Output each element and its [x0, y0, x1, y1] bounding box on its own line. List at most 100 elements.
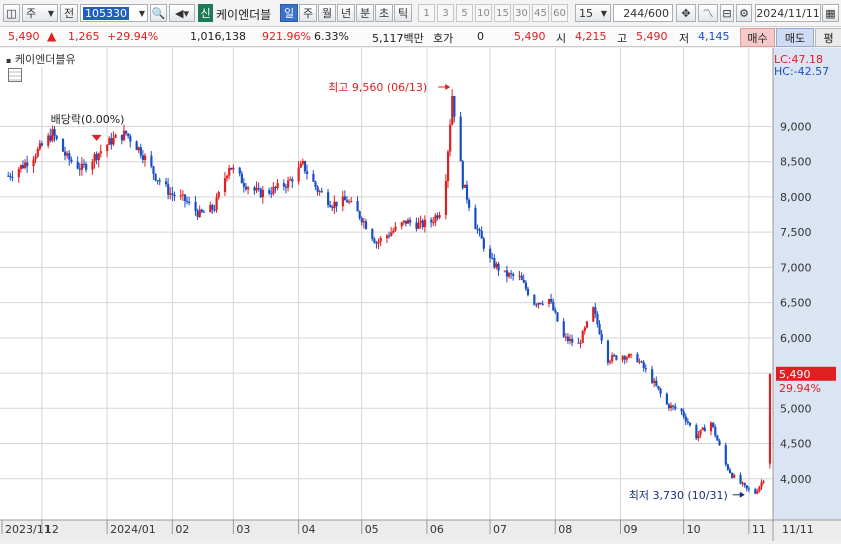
candle-body [127, 133, 130, 137]
candle-body [150, 155, 153, 167]
candle-body [301, 161, 304, 164]
candle-body [625, 357, 629, 360]
candle-body [93, 154, 96, 162]
calendar-icon[interactable]: ▦ [822, 4, 839, 22]
period-2-button[interactable]: 월 [318, 4, 336, 22]
type-select-value: 주 [26, 7, 37, 20]
candle-body [636, 354, 639, 363]
candle-body [552, 301, 555, 311]
candle-body [255, 187, 258, 191]
chevron-down-icon: ▼ [600, 8, 607, 18]
candle-body [400, 222, 403, 227]
period-0-button[interactable]: 일 [280, 4, 298, 22]
candle-body [510, 273, 513, 275]
count-field[interactable]: 244 /600 [613, 4, 673, 22]
candle-body [547, 299, 551, 304]
candle-body [165, 181, 168, 185]
candle-body [566, 336, 570, 341]
candle-body [621, 356, 624, 360]
sell-button[interactable]: 매도 [776, 28, 814, 47]
date-field[interactable]: 2024/11/11 [755, 4, 821, 22]
period-5-button[interactable]: 초 [375, 4, 393, 22]
candle-body [32, 159, 35, 167]
candle-body [318, 191, 321, 193]
interval-6-button[interactable]: 45 [532, 4, 549, 22]
prefix-button[interactable]: 전 [60, 4, 78, 22]
x-tick-label: 08 [558, 523, 572, 536]
interval-5-button[interactable]: 30 [513, 4, 530, 22]
candle-body [415, 222, 418, 229]
candle-body [537, 302, 540, 305]
candle-body [465, 184, 469, 200]
interval-0-button[interactable]: 1 [418, 4, 435, 22]
candle-body [78, 168, 81, 170]
candle-settings-icon[interactable]: ✥ [676, 4, 696, 22]
candle-body [200, 209, 203, 212]
period-3-button[interactable]: 년 [337, 4, 355, 22]
search-icon[interactable]: 🔍 [150, 4, 167, 22]
period-4-button[interactable]: 분 [356, 4, 374, 22]
chart-area[interactable]: 4,0004,5005,0005,5006,0006,5007,0007,500… [0, 48, 841, 541]
candle-body [9, 175, 12, 177]
x-tick-label: 09 [624, 523, 638, 536]
candle-body [743, 482, 746, 486]
candle-body [230, 167, 233, 170]
interval-select[interactable]: 15 ▼ [575, 4, 611, 22]
plot-background [0, 48, 841, 541]
candle-body [257, 187, 260, 189]
interval-2-button[interactable]: 5 [456, 4, 473, 22]
candle-body [47, 135, 50, 146]
y-tick-label: 6,000 [780, 332, 812, 345]
candle-body [596, 313, 599, 324]
candle-body [404, 220, 408, 224]
buy-button[interactable]: 매수 [740, 28, 775, 47]
count-total: /600 [644, 6, 669, 20]
code-input[interactable]: 105330 ▼ [80, 4, 148, 22]
interval-4-button[interactable]: 15 [494, 4, 511, 22]
candle-body [106, 144, 109, 152]
hoga-label: 호가 [433, 32, 454, 45]
chevron-down-icon: ▼ [138, 8, 145, 18]
interval-3-button[interactable]: 10 [475, 4, 492, 22]
candle-body [733, 474, 736, 478]
candle-body [522, 279, 525, 283]
candle-body [345, 200, 349, 203]
candle-body [627, 354, 631, 358]
type-select[interactable]: 주 ▼ [22, 4, 58, 22]
candle-body [718, 440, 721, 446]
candle-body [571, 338, 574, 343]
period-6-button[interactable]: 틱 [394, 4, 412, 22]
zoom-icon[interactable]: ⊟ [720, 4, 734, 22]
candle-body [129, 136, 132, 142]
candle-body [434, 215, 437, 223]
last-price-label: 5,490 [779, 368, 811, 381]
candle-body [379, 238, 382, 242]
panel-toggle-icon[interactable]: ◫ [3, 4, 20, 22]
interval-7-button[interactable]: 60 [551, 4, 568, 22]
interval-select-value: 15 [579, 6, 593, 20]
candle-body [640, 361, 643, 363]
line-chart-icon[interactable]: 〽 [698, 4, 718, 22]
candle-body [385, 235, 389, 239]
speaker-icon[interactable]: ◀▾ [169, 4, 195, 22]
candle-body [110, 138, 113, 145]
candle-body [70, 159, 73, 162]
eval-button[interactable]: 평 [815, 28, 841, 47]
x-tick-label: 05 [365, 523, 379, 536]
grid-toggle-icon[interactable] [8, 68, 22, 82]
legend-marker-icon: ▪ [6, 56, 12, 65]
candle-body [360, 218, 363, 223]
y-tick-label: 7,000 [780, 261, 812, 274]
period-1-button[interactable]: 주 [299, 4, 317, 22]
candle-body [623, 356, 626, 360]
gear-icon[interactable]: ⚙ [736, 4, 752, 22]
candle-body [329, 204, 332, 207]
volume: 1,016,138 [190, 30, 246, 43]
candle-body [762, 481, 765, 483]
y-tick-label: 8,000 [780, 191, 812, 204]
interval-1-button[interactable]: 3 [437, 4, 454, 22]
candle-body [432, 222, 435, 224]
candle-body [390, 232, 393, 236]
price-chart[interactable]: 4,0004,5005,0005,5006,0006,5007,0007,500… [0, 48, 841, 541]
candle-body [638, 361, 641, 363]
